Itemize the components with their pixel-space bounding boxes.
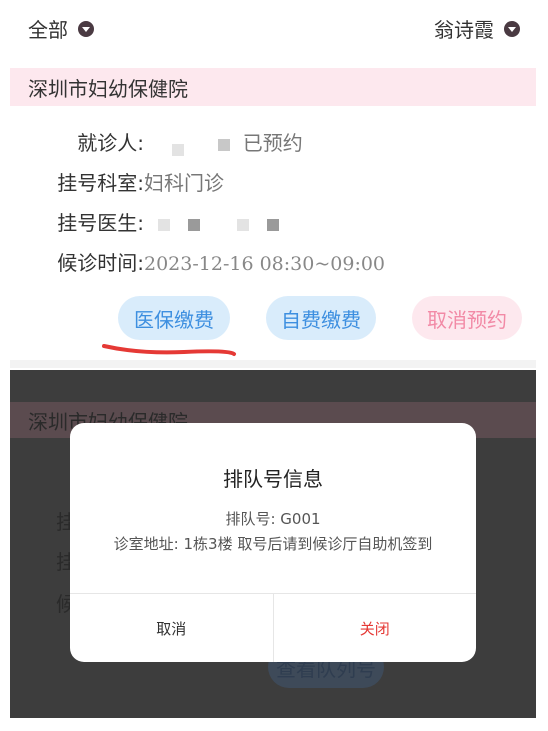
redaction-mosaic [158,218,170,231]
time-value: 2023-12-16 08:30~09:00 [144,253,386,275]
redaction-mosaic [188,218,201,231]
queue-number-text: 排队号: G001 [225,510,321,528]
dialog-cancel-button[interactable]: 取消 [70,594,273,662]
time-label: 候诊时间: [57,251,144,275]
chevron-down-icon [504,20,520,37]
category-filter[interactable]: 全部 [28,14,94,43]
hospital-name-banner: 深圳市妇幼保健院 [10,68,536,106]
dialog-title: 排队号信息 [223,467,323,491]
insurance-pay-button[interactable]: 医保缴费 [118,296,230,340]
category-filter-label: 全部 [28,18,68,42]
red-underline-annotation [102,344,236,356]
patient-label: 就诊人: [77,131,144,155]
redaction-mosaic [218,138,231,151]
cancel-appointment-button[interactable]: 取消预约 [412,296,522,340]
patient-row: 就诊人: 已预约 [44,127,303,156]
redaction-mosaic [267,218,280,231]
chevron-down-icon [78,20,94,37]
department-value: 妇科门诊 [144,171,224,195]
doctor-value [144,211,285,235]
clinic-address-text: 诊室地址: 1栋3楼 取号后请到候诊厅自助机签到 [113,535,433,553]
section-divider [10,360,536,368]
doctor-label: 挂号医生: [57,211,144,235]
patient-status: 已预约 [242,131,303,155]
queue-info-dialog: 排队号信息 排队号: G001 诊室地址: 1栋3楼 取号后请到候诊厅自助机签到… [70,423,476,662]
redaction-mosaic [236,218,249,231]
patient-filter[interactable]: 翁诗霞 [434,14,520,43]
patient-value: 已预约 [144,127,303,156]
dialog-actions: 取消 关闭 [70,593,476,662]
hospital-name: 深圳市妇幼保健院 [28,76,188,101]
redaction-mosaic [172,144,184,156]
self-pay-button[interactable]: 自费缴费 [266,296,376,340]
department-label: 挂号科室: [57,171,144,195]
doctor-row: 挂号医生: [44,207,285,236]
dialog-close-button[interactable]: 关闭 [272,594,477,662]
patient-filter-label: 翁诗霞 [434,18,494,42]
time-row: 候诊时间: 2023-12-16 08:30~09:00 [44,247,385,276]
department-row: 挂号科室: 妇科门诊 [44,167,224,196]
